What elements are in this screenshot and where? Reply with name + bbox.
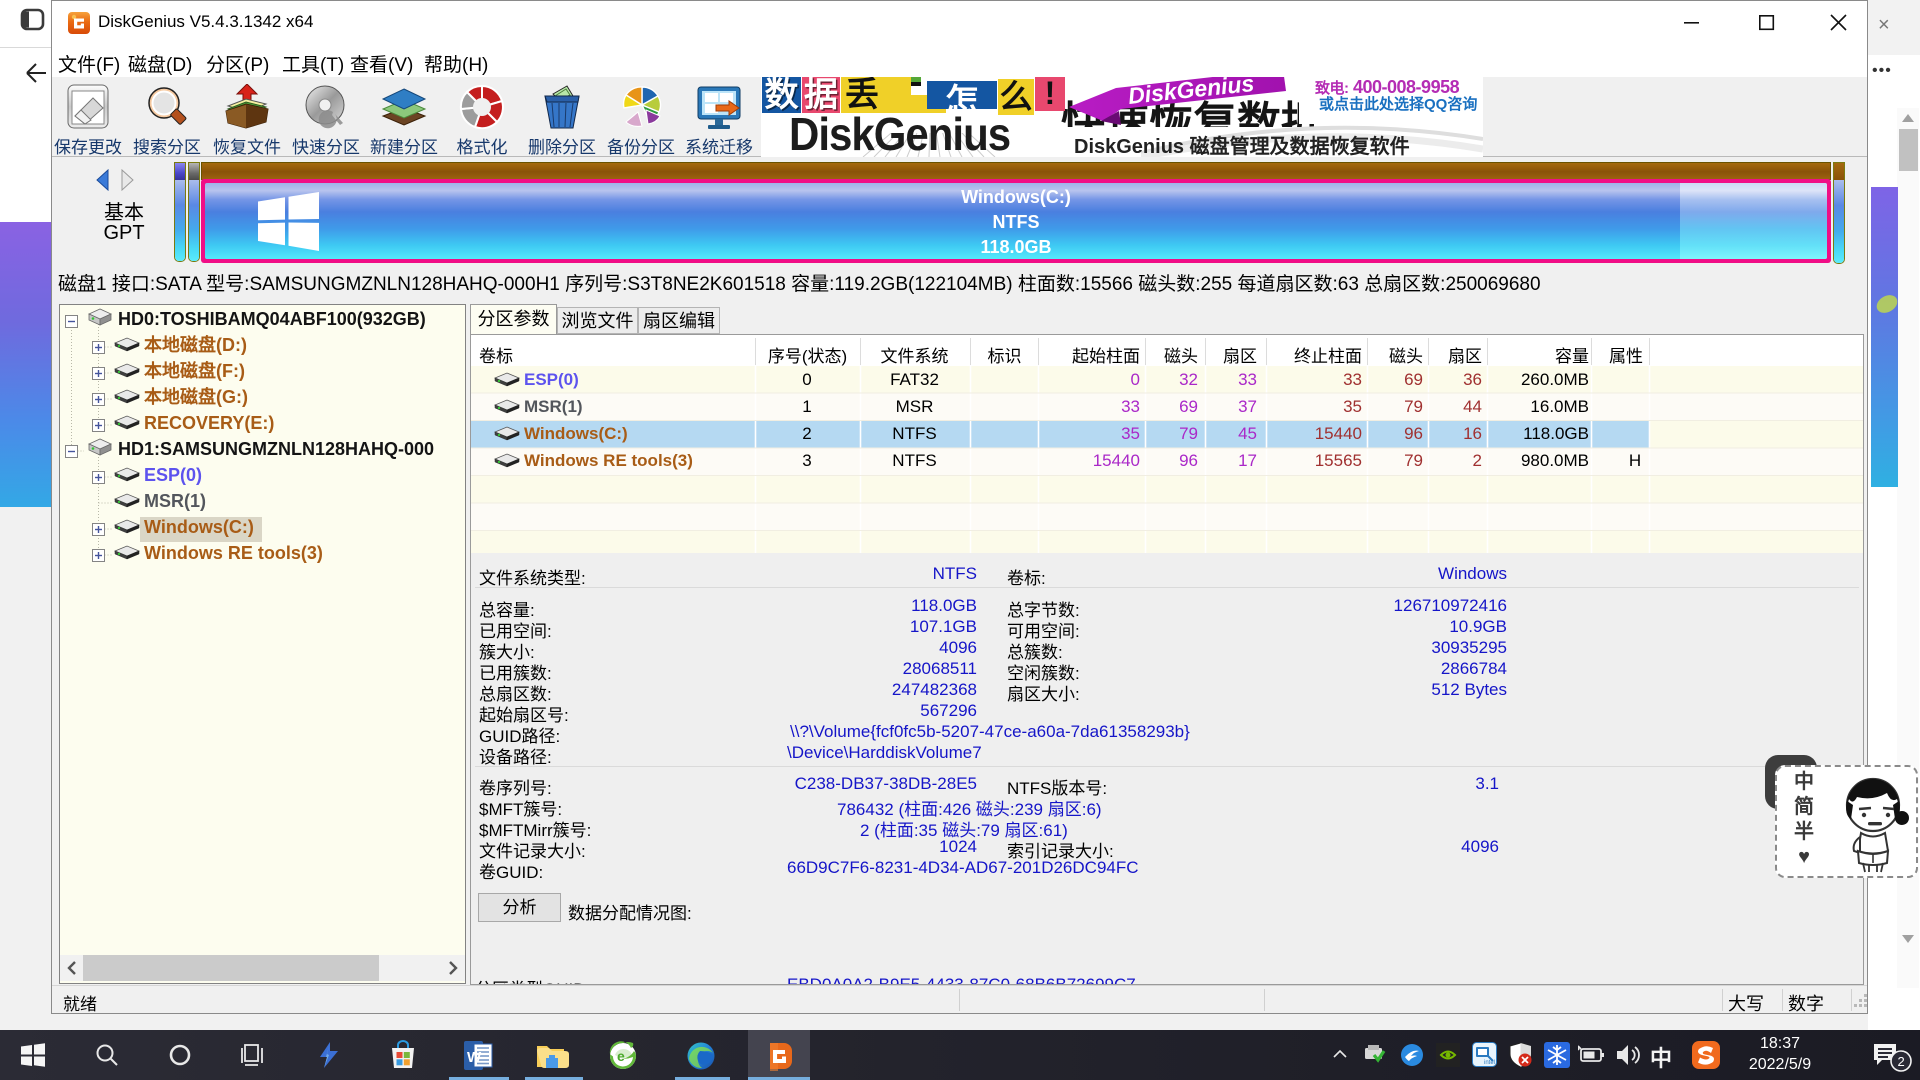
svg-text:intel: intel <box>1484 1060 1495 1066</box>
svg-text:2: 2 <box>1898 1054 1905 1069</box>
svg-text:W: W <box>467 1049 482 1066</box>
svg-text:e: e <box>617 1048 625 1064</box>
svg-text:DiskGenius: DiskGenius <box>1127 77 1256 109</box>
